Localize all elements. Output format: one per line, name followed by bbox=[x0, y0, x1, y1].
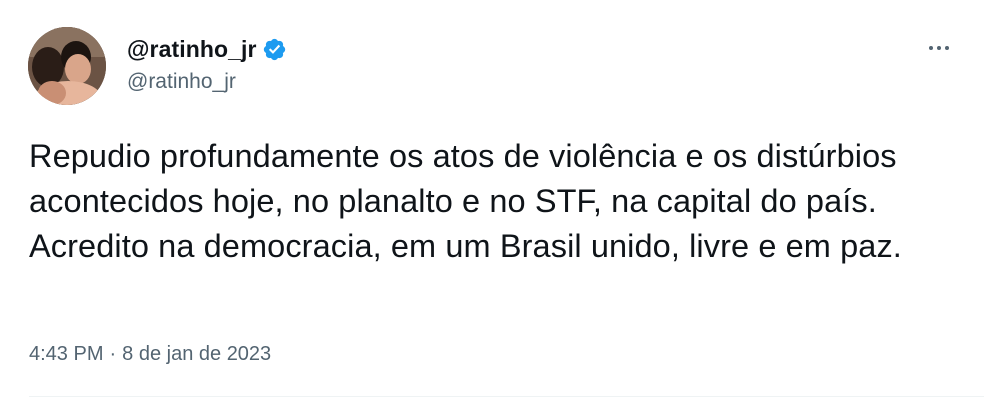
tweet-time[interactable]: 4:43 PM bbox=[29, 343, 103, 366]
tweet-header: @ratinho_jr @ratinho_jr bbox=[127, 32, 287, 94]
tweet-card: @ratinho_jr @ratinho_jr Repudio profunda… bbox=[0, 0, 984, 401]
tweet-meta: 4:43 PM · 8 de jan de 2023 bbox=[29, 343, 271, 366]
tweet-date[interactable]: 8 de jan de 2023 bbox=[122, 343, 271, 366]
divider bbox=[29, 396, 984, 397]
avatar[interactable] bbox=[28, 27, 106, 105]
name-row: @ratinho_jr bbox=[127, 32, 287, 66]
meta-separator: · bbox=[109, 343, 117, 365]
tweet-text: Repudio profundamente os atos de violênc… bbox=[29, 138, 902, 264]
more-options-icon[interactable] bbox=[924, 36, 954, 60]
verified-badge-icon bbox=[262, 37, 287, 62]
display-name[interactable]: @ratinho_jr bbox=[127, 36, 257, 63]
handle[interactable]: @ratinho_jr bbox=[127, 70, 287, 94]
avatar-photo bbox=[28, 27, 106, 105]
